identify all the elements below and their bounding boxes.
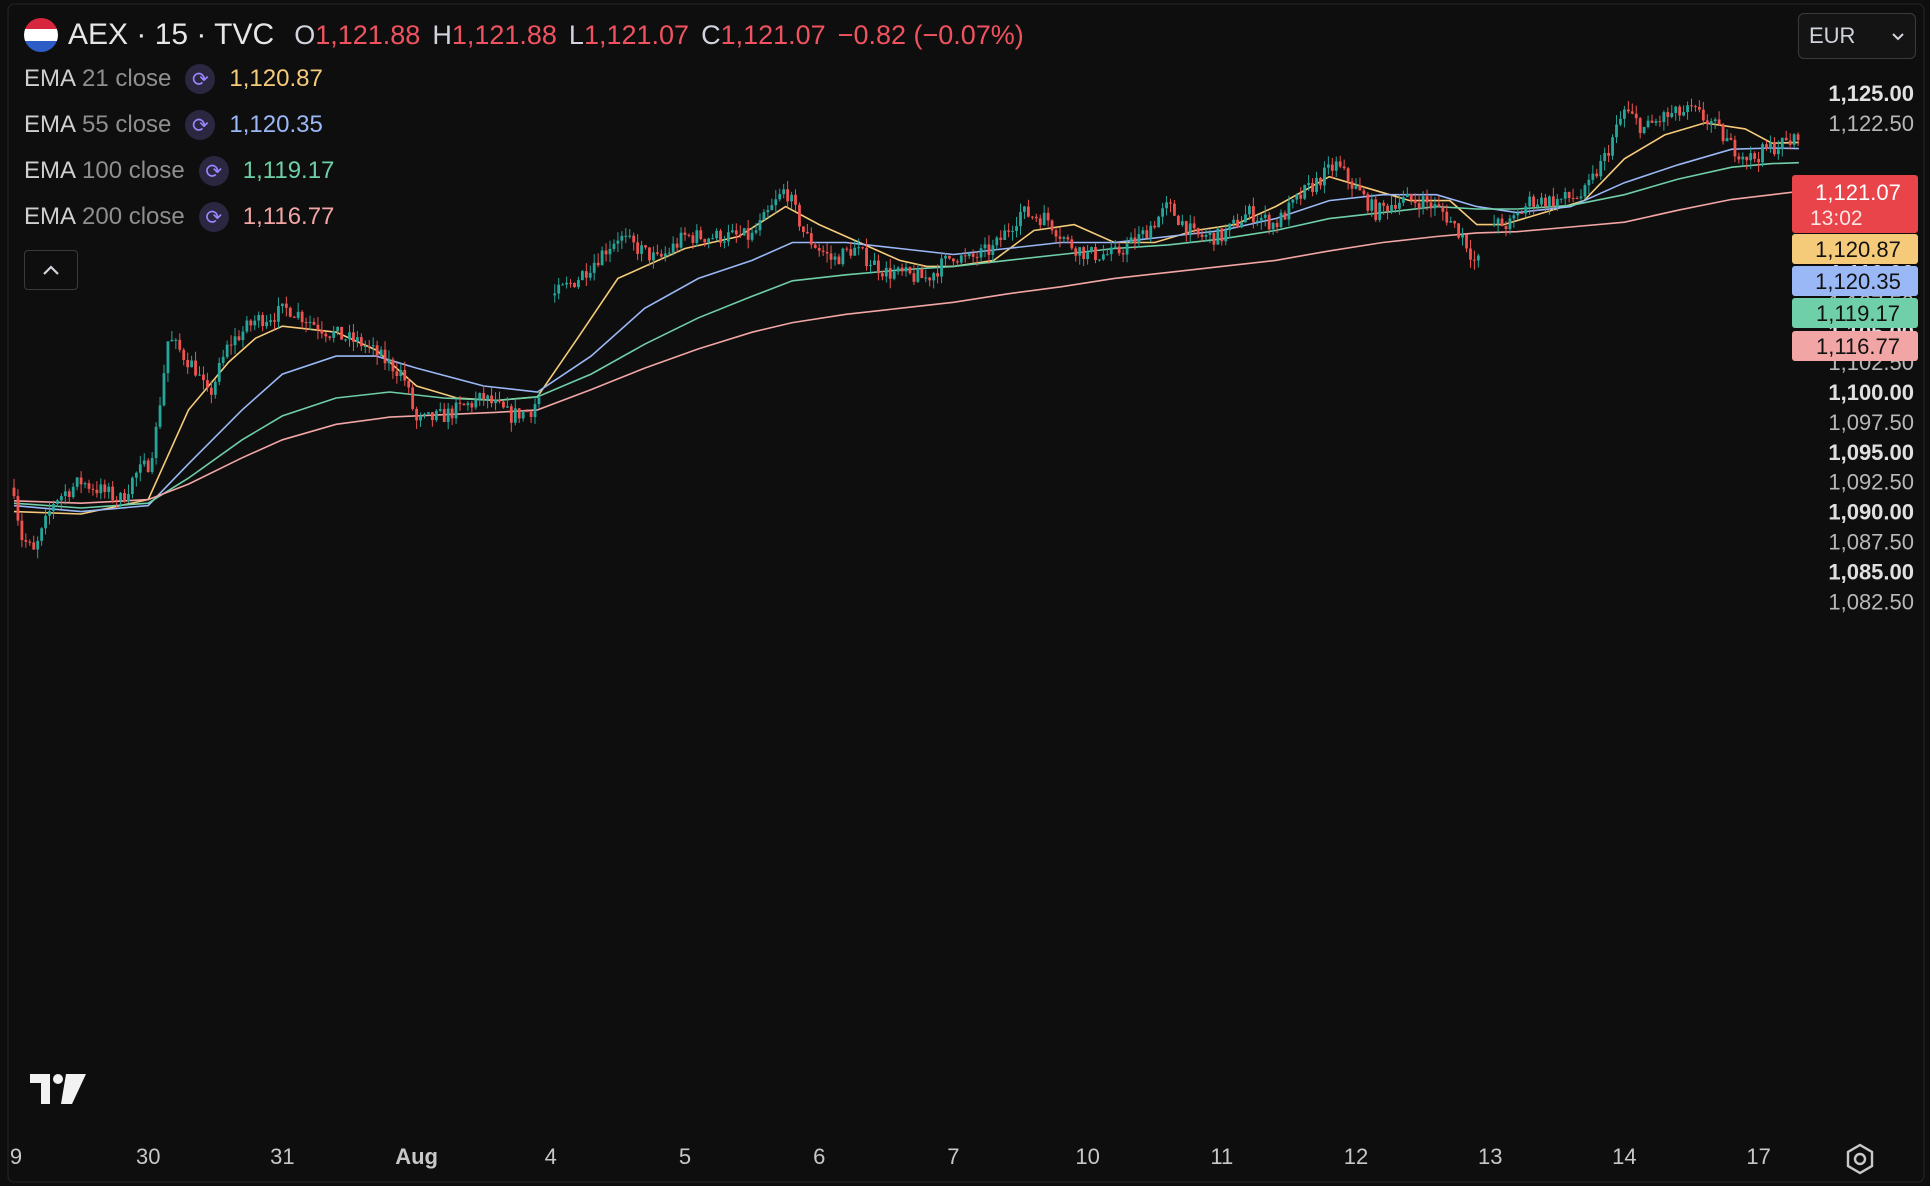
indicator-ema-21[interactable]: EMA 21 close ⟳ 1,120.87 bbox=[24, 56, 1024, 102]
last-price-label: 1,121.0713:02 bbox=[1792, 175, 1918, 233]
candle bbox=[411, 383, 415, 411]
tradingview-logo[interactable] bbox=[28, 1072, 88, 1106]
chart-legend: AEX · 15 · TVC O 1,121.88 H 1,121.88 L 1,12… bbox=[24, 14, 1024, 290]
candle bbox=[1303, 184, 1307, 200]
symbol-header: AEX · 15 · TVC O 1,121.88 H 1,121.88 L 1,12… bbox=[24, 14, 1024, 56]
x-tick-label: 12 bbox=[1344, 1144, 1368, 1169]
svg-text:1,121.07: 1,121.07 bbox=[1815, 180, 1901, 205]
indicator-name: EMA bbox=[24, 203, 77, 230]
high-label: H bbox=[432, 19, 452, 50]
y-tick-label: 1,087.50 bbox=[1828, 530, 1914, 555]
candle bbox=[340, 326, 344, 340]
indicator-ema-100[interactable]: EMA 100 close ⟳ 1,119.17 bbox=[24, 148, 1024, 194]
ema-price-label: 1,116.77 bbox=[1792, 331, 1918, 361]
refresh-icon[interactable]: ⟳ bbox=[185, 64, 216, 94]
settings-icon[interactable] bbox=[1843, 1142, 1877, 1176]
close-value: 1,121.07 bbox=[720, 19, 826, 50]
x-tick-label: 5 bbox=[679, 1144, 691, 1169]
collapse-legend-button[interactable] bbox=[24, 250, 78, 290]
low-label: L bbox=[568, 19, 584, 50]
refresh-icon[interactable]: ⟳ bbox=[198, 156, 229, 186]
x-tick-label: 9 bbox=[10, 1144, 22, 1169]
candle bbox=[1176, 214, 1180, 226]
high-value: 1,121.88 bbox=[451, 19, 557, 50]
x-tick-label: 13 bbox=[1478, 1144, 1502, 1169]
chevron-up-icon bbox=[43, 265, 59, 275]
candle bbox=[288, 306, 292, 318]
indicator-value: 1,119.17 bbox=[242, 157, 335, 184]
refresh-icon[interactable]: ⟳ bbox=[198, 202, 229, 232]
change-value: −0.82 (−0.07%) bbox=[837, 19, 1024, 50]
y-tick-label: 1,085.00 bbox=[1828, 559, 1914, 584]
close-label: C bbox=[701, 19, 721, 50]
indicator-name: EMA bbox=[24, 111, 77, 138]
low-value: 1,121.07 bbox=[583, 19, 690, 50]
x-tick-label: 11 bbox=[1210, 1144, 1233, 1169]
y-tick-label: 1,090.00 bbox=[1828, 500, 1914, 525]
indicator-name: EMA bbox=[24, 157, 77, 184]
y-tick-label: 1,122.50 bbox=[1828, 111, 1914, 136]
ema-price-label: 1,119.17 bbox=[1792, 298, 1918, 328]
open-value: 1,121.88 bbox=[315, 19, 421, 50]
y-tick-label: 1,125.00 bbox=[1828, 81, 1914, 106]
x-tick-label: 30 bbox=[136, 1144, 160, 1169]
currency-select[interactable]: EUR bbox=[1798, 13, 1916, 59]
chevron-down-icon bbox=[1892, 33, 1904, 41]
symbol-title[interactable]: AEX · 15 · TVC bbox=[68, 18, 274, 52]
indicator-value: 1,120.35 bbox=[229, 111, 323, 138]
svg-text:1,116.77: 1,116.77 bbox=[1816, 334, 1900, 359]
indicator-ema-55[interactable]: EMA 55 close ⟳ 1,120.35 bbox=[24, 102, 1024, 148]
svg-text:1,120.87: 1,120.87 bbox=[1815, 237, 1901, 262]
x-tick-label: 6 bbox=[813, 1144, 825, 1169]
netherlands-flag-icon bbox=[24, 18, 58, 52]
indicator-name: EMA bbox=[24, 65, 77, 92]
indicator-params: 200 close bbox=[82, 203, 185, 230]
y-tick-label: 1,082.50 bbox=[1828, 589, 1914, 614]
svg-text:1,120.35: 1,120.35 bbox=[1815, 269, 1901, 294]
y-tick-label: 1,097.50 bbox=[1828, 410, 1914, 435]
indicator-value: 1,116.77 bbox=[242, 203, 335, 230]
price-labels: 1,121.0713:02 1,120.87 1,120.35 1,119.17 1,1… bbox=[1792, 175, 1918, 361]
indicator-params: 21 close bbox=[82, 65, 172, 92]
ema-price-label: 1,120.35 bbox=[1792, 266, 1918, 296]
indicator-params: 55 close bbox=[82, 111, 172, 138]
currency-value: EUR bbox=[1809, 23, 1856, 48]
x-tick-label: 17 bbox=[1746, 1144, 1770, 1169]
x-tick-label: 4 bbox=[545, 1144, 557, 1169]
indicator-params: 100 close bbox=[82, 157, 185, 184]
y-tick-label: 1,092.50 bbox=[1828, 470, 1914, 495]
x-tick-label: 7 bbox=[947, 1144, 959, 1169]
x-tick-label: 31 bbox=[270, 1144, 294, 1169]
indicator-ema-200[interactable]: EMA 200 close ⟳ 1,116.77 bbox=[24, 194, 1024, 240]
y-tick-label: 1,100.00 bbox=[1828, 380, 1914, 405]
indicator-value: 1,120.87 bbox=[229, 65, 323, 92]
x-tick-label: 14 bbox=[1612, 1144, 1636, 1169]
svg-text:13:02: 13:02 bbox=[1810, 207, 1863, 230]
candle bbox=[1457, 223, 1461, 240]
x-tick-label: 10 bbox=[1075, 1144, 1099, 1169]
candle bbox=[1378, 201, 1382, 223]
candle bbox=[1216, 226, 1220, 245]
svg-text:1,119.17: 1,119.17 bbox=[1816, 301, 1900, 326]
refresh-icon[interactable]: ⟳ bbox=[185, 110, 216, 140]
ema-price-label: 1,120.87 bbox=[1792, 234, 1918, 264]
candle bbox=[1157, 215, 1161, 228]
open-label: O bbox=[294, 19, 316, 50]
y-tick-label: 1,095.00 bbox=[1828, 440, 1914, 465]
x-tick-label: Aug bbox=[395, 1144, 438, 1169]
